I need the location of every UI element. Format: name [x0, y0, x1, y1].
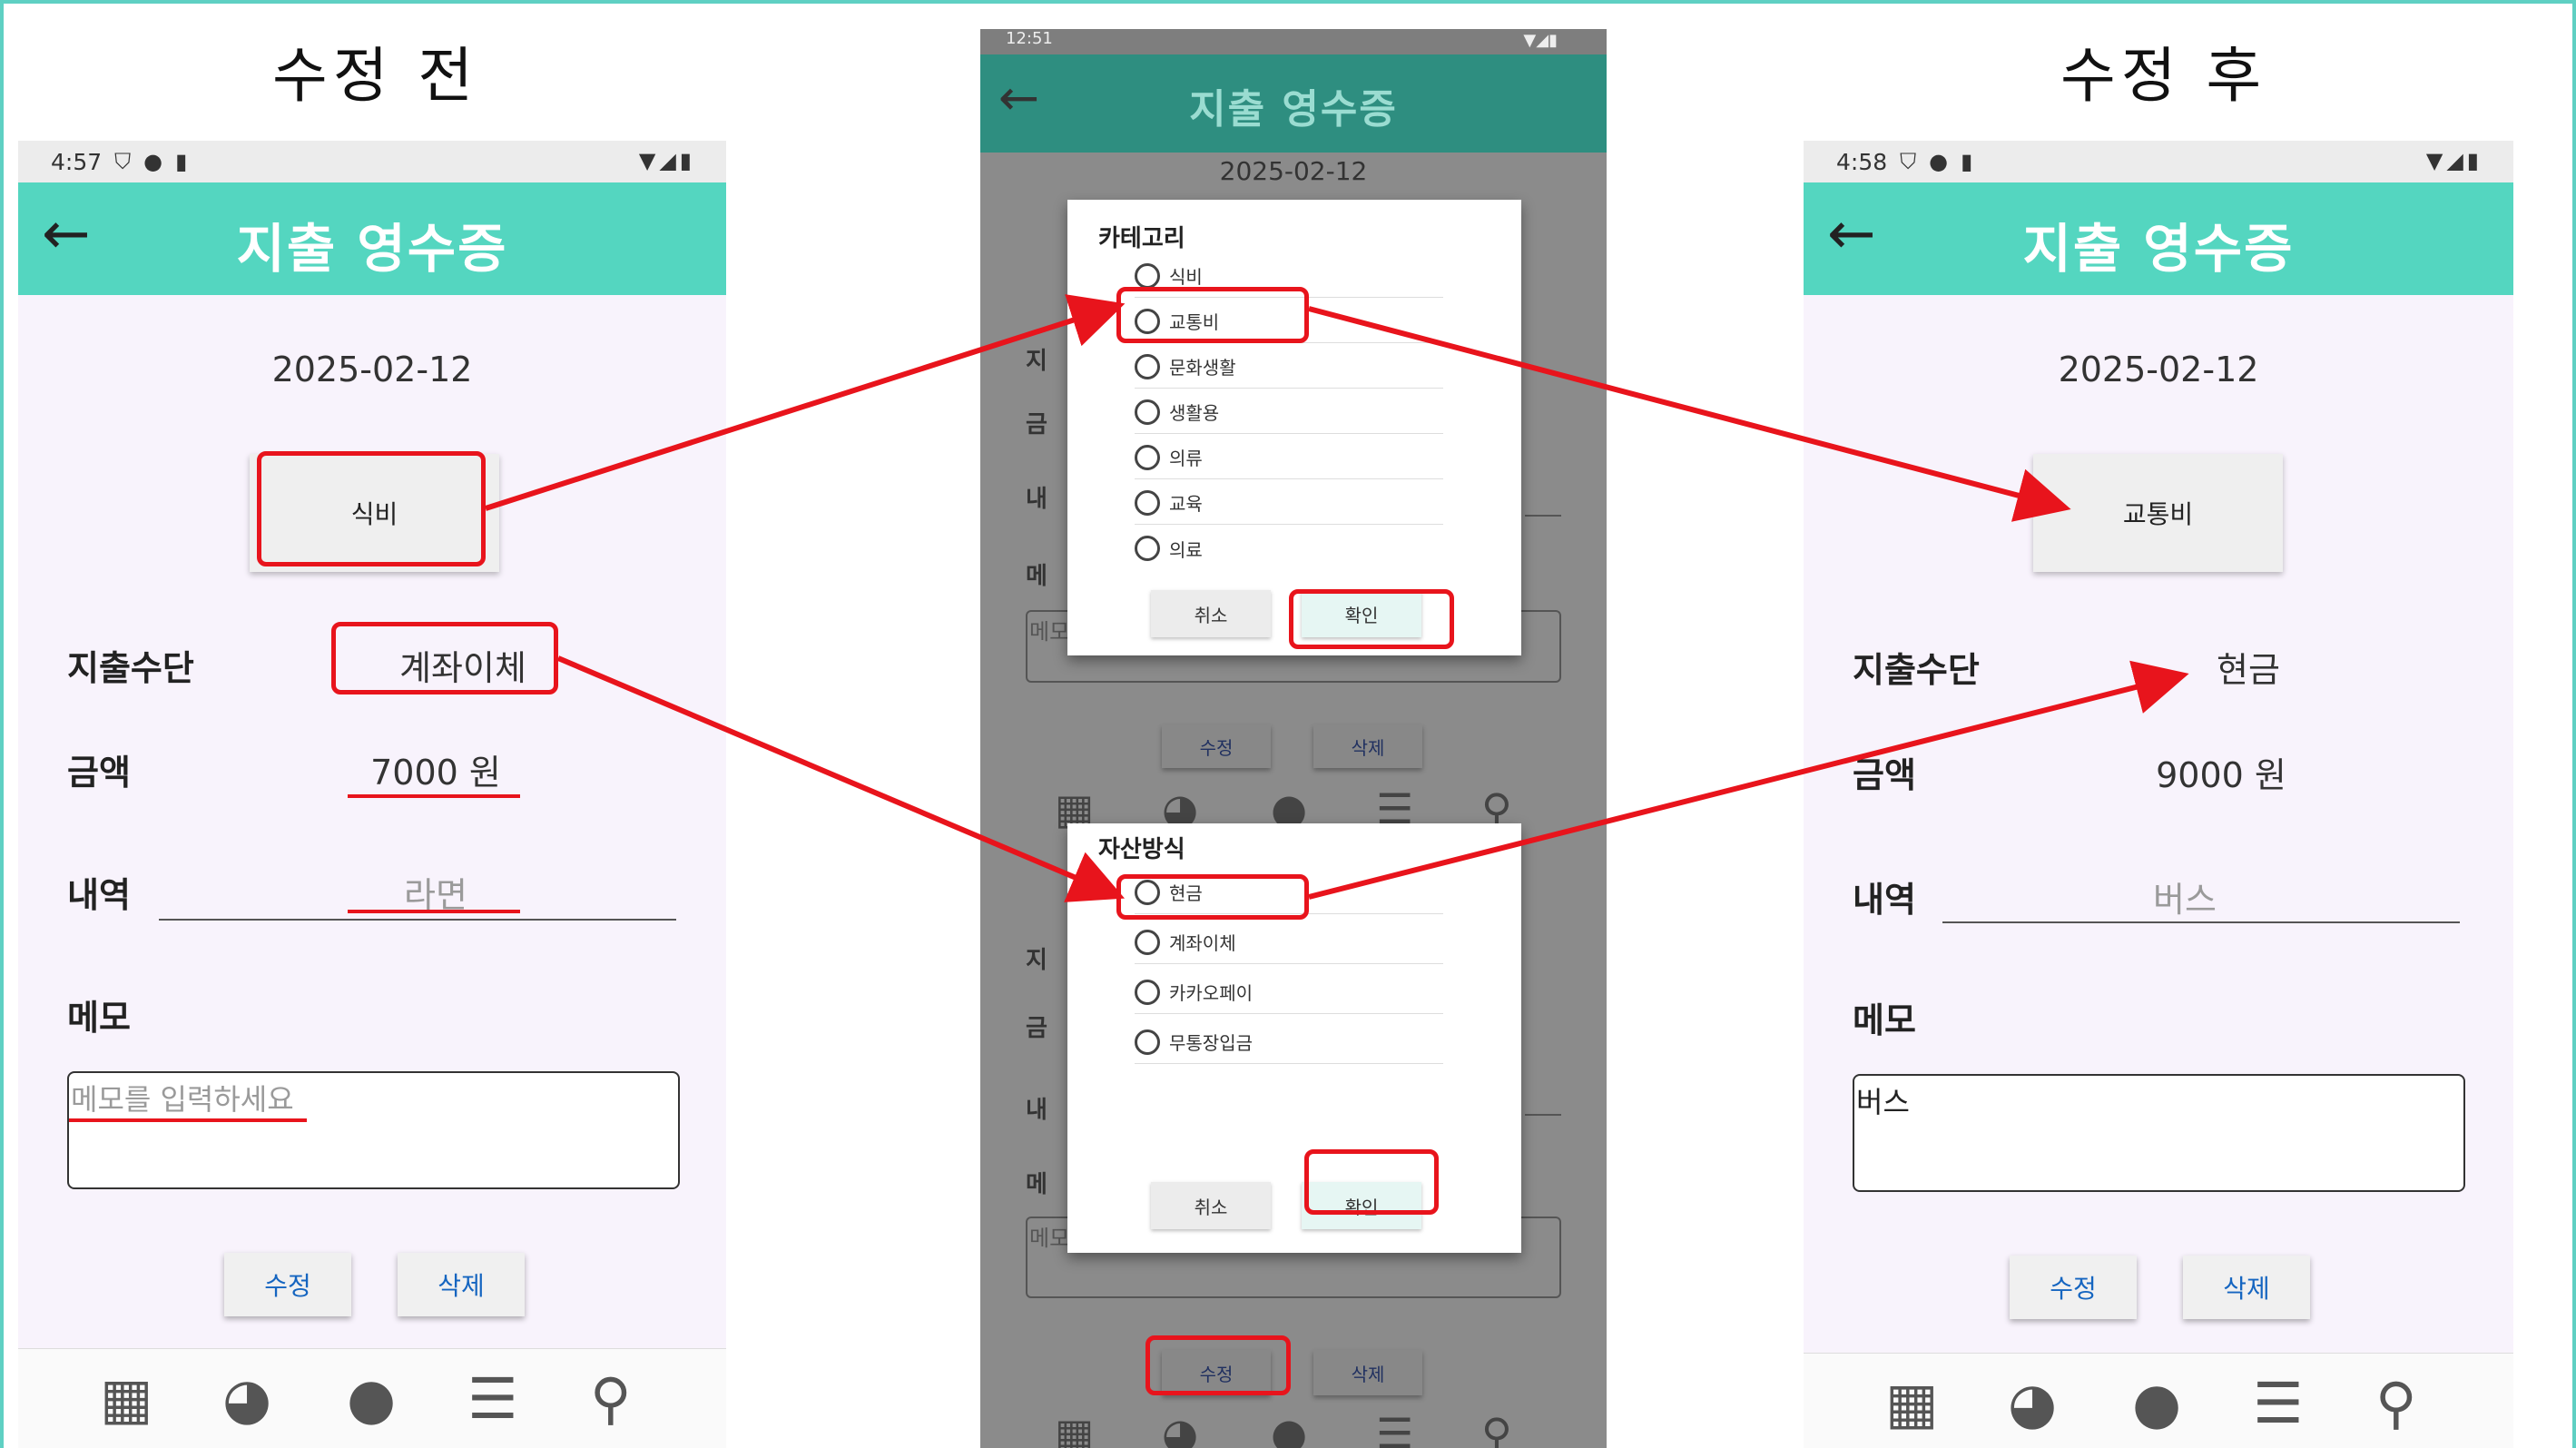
arrow-payment-out — [1308, 660, 2189, 900]
arrow-category-out — [1308, 306, 2071, 522]
arrow-payment-in — [556, 655, 1126, 902]
arrow-category-in — [485, 294, 1126, 511]
annotation-arrows — [485, 294, 2189, 902]
